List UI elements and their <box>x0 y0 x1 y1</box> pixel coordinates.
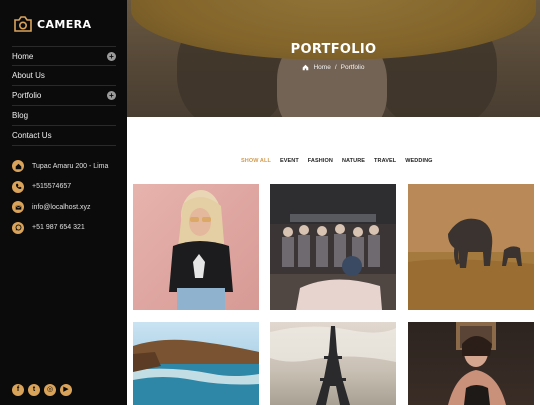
plus-icon[interactable]: + <box>107 91 116 100</box>
portfolio-filters: SHOW ALL EVENT FASHION NATURE TRAVEL WED… <box>241 158 433 164</box>
contact-whatsapp[interactable]: +51 987 654 321 <box>12 218 108 239</box>
photo-concert-crowd <box>270 184 396 310</box>
home-icon <box>12 160 24 173</box>
contact-info: Tupac Amaru 200 - Lima +515574657 info@l… <box>12 156 108 238</box>
filter-travel[interactable]: TRAVEL <box>374 158 396 164</box>
hero-overlay <box>127 0 540 117</box>
email-icon <box>12 201 24 214</box>
nav-item-label: Portfolio <box>12 91 42 100</box>
filter-wedding[interactable]: WEDDING <box>405 158 432 164</box>
photo-eiffel-tower <box>270 326 396 405</box>
nav-item-contact-us[interactable]: Contact Us <box>12 126 116 146</box>
plus-icon[interactable]: + <box>107 51 116 61</box>
contact-phone[interactable]: +515574657 <box>12 177 108 198</box>
gallery-item[interactable] <box>133 322 259 405</box>
instagram-icon[interactable]: ◎ <box>44 384 56 396</box>
filter-event[interactable]: EVENT <box>280 158 299 164</box>
contact-phone-text: +515574657 <box>32 183 72 191</box>
photo-woman-portrait <box>448 322 506 405</box>
nav-item-about-us[interactable]: About Us <box>12 66 116 86</box>
contact-email[interactable]: info@localhost.xyz <box>12 197 108 218</box>
page-title: PORTFOLIO <box>290 42 377 57</box>
home-icon <box>303 64 309 71</box>
social-links: f t ◎ ▶ <box>12 384 72 396</box>
nav-item-portfolio[interactable]: Portfolio + <box>12 86 116 106</box>
youtube-icon[interactable]: ▶ <box>60 384 72 396</box>
brand-name: CAMERA <box>37 17 92 31</box>
nav-item-home[interactable]: Home + <box>12 46 116 66</box>
camera-icon <box>14 16 32 32</box>
gallery-item[interactable] <box>270 184 396 310</box>
nav-item-label: Contact Us <box>12 131 52 140</box>
photo-elephant-savanna <box>408 184 534 310</box>
twitter-icon[interactable]: t <box>28 384 40 396</box>
breadcrumb-current: Portfolio <box>340 64 365 71</box>
gallery-item[interactable] <box>133 184 259 310</box>
nav-item-label: About Us <box>12 71 45 80</box>
whatsapp-icon <box>12 221 24 234</box>
filter-fashion[interactable]: FASHION <box>308 158 333 164</box>
breadcrumb: Home / Portfolio <box>127 64 540 71</box>
gallery-item[interactable] <box>270 322 396 405</box>
filter-show-all[interactable]: SHOW ALL <box>241 158 271 164</box>
nav-item-blog[interactable]: Blog <box>12 106 116 126</box>
contact-address-text: Tupac Amaru 200 - Lima <box>32 162 109 170</box>
facebook-icon[interactable]: f <box>12 384 24 396</box>
contact-email-text: info@localhost.xyz <box>32 203 91 211</box>
nav-item-label: Home <box>12 51 34 61</box>
nav-item-label: Blog <box>12 111 29 120</box>
sidebar: CAMERA Home + About Us Portfolio + Blog … <box>0 0 127 405</box>
photo-coast-cliffs <box>133 339 259 405</box>
main-nav: Home + About Us Portfolio + Blog Contact… <box>12 46 116 146</box>
contact-whatsapp-text: +51 987 654 321 <box>32 224 85 232</box>
contact-address: Tupac Amaru 200 - Lima <box>12 156 108 177</box>
brand-logo[interactable]: CAMERA <box>12 14 91 34</box>
breadcrumb-home[interactable]: Home <box>313 64 330 71</box>
breadcrumb-separator: / <box>334 64 337 71</box>
gallery-item[interactable] <box>408 184 534 310</box>
phone-icon <box>12 180 24 193</box>
gallery-item[interactable] <box>408 322 534 405</box>
photo-woman-pink-wall <box>169 190 233 310</box>
filter-nature[interactable]: NATURE <box>342 158 365 164</box>
page-hero: PORTFOLIO Home / Portfolio <box>127 0 540 117</box>
